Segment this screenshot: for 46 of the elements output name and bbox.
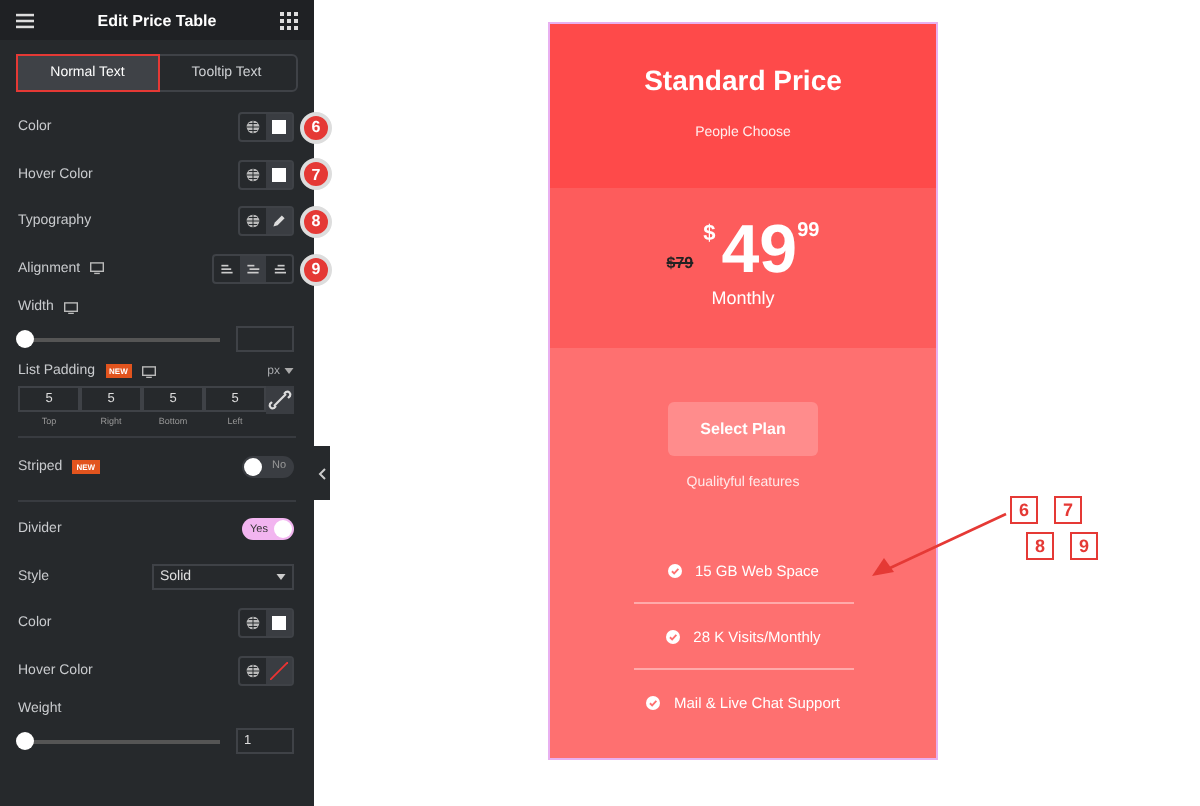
check-icon xyxy=(646,695,661,709)
globe-icon[interactable] xyxy=(246,214,260,229)
old-price: $79 xyxy=(666,254,694,272)
desktop-icon[interactable] xyxy=(90,262,105,276)
globe-icon[interactable] xyxy=(246,664,260,679)
color-swatch[interactable] xyxy=(272,120,286,135)
chevron-left-icon xyxy=(318,467,326,479)
desktop-icon[interactable] xyxy=(141,365,156,379)
step-marker: 7 xyxy=(300,158,332,191)
check-icon xyxy=(665,629,680,643)
slider-handle[interactable] xyxy=(16,731,34,750)
color-swatch[interactable] xyxy=(272,167,286,182)
link-icon[interactable] xyxy=(266,386,294,415)
price: 49 xyxy=(721,216,798,284)
globe-icon[interactable] xyxy=(246,120,260,135)
callout-number: 8 xyxy=(1026,532,1054,560)
callout-number: 7 xyxy=(1054,496,1082,524)
pointer-arrow xyxy=(870,512,1010,580)
step-marker: 9 xyxy=(300,253,332,286)
align-center-button[interactable] xyxy=(240,256,266,283)
check-icon xyxy=(667,563,681,577)
callout-number: 6 xyxy=(1010,496,1038,524)
desktop-icon[interactable] xyxy=(63,301,78,315)
number-input[interactable] xyxy=(236,326,294,353)
currency: $ xyxy=(703,222,716,246)
align-right-icon xyxy=(272,262,286,277)
plan-title: Standard Price xyxy=(644,64,842,96)
align-center-icon xyxy=(246,262,260,277)
no-color-swatch[interactable] xyxy=(270,662,288,681)
globe-icon[interactable] xyxy=(246,167,260,182)
color-swatch[interactable] xyxy=(272,616,286,631)
collapse-tab[interactable] xyxy=(314,446,330,500)
caret-icon[interactable] xyxy=(284,368,294,375)
step-marker: 6 xyxy=(300,111,332,144)
globe-icon[interactable] xyxy=(246,616,260,631)
step-marker: 8 xyxy=(300,205,332,238)
slider-handle[interactable] xyxy=(16,329,34,348)
pencil-icon[interactable] xyxy=(272,214,286,229)
grid-icon[interactable] xyxy=(280,11,298,29)
align-left-icon xyxy=(220,262,234,277)
price-period: Monthly xyxy=(711,288,775,308)
menu-icon[interactable] xyxy=(16,11,34,29)
panel-title: Edit Price Table xyxy=(97,11,217,29)
price-fraction: 99 xyxy=(797,220,820,242)
callout-number: 9 xyxy=(1070,532,1098,560)
caret-icon xyxy=(276,573,286,580)
